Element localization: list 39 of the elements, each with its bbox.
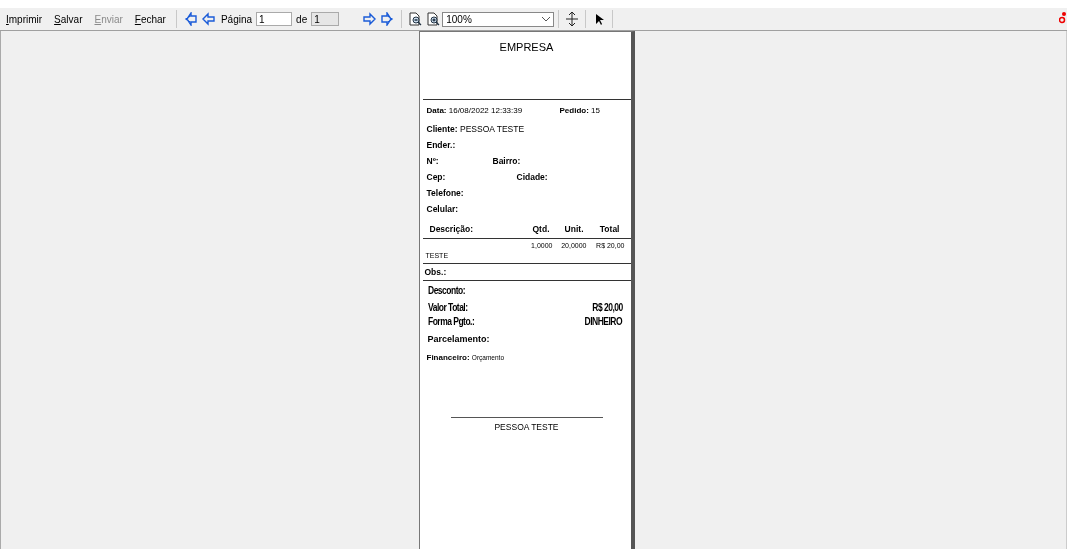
client-field: Celular: (426, 204, 459, 214)
toolbar-button[interactable]: Imprimir (0, 13, 49, 25)
payment-label: Forma Pgto.: (427, 316, 474, 329)
zoom-out-icon[interactable] (408, 12, 423, 26)
column-header: Total (598, 224, 620, 234)
zoom-dropdown[interactable]: 100% (442, 11, 555, 27)
discount-label: Desconto: (427, 285, 465, 296)
column-header: Unit. (563, 224, 584, 234)
client-field: Cliente: PESSOA TESTE (426, 124, 525, 134)
first-page-icon[interactable] (182, 12, 197, 26)
page-input[interactable]: 1 (256, 12, 293, 26)
crosshair-icon[interactable] (565, 12, 580, 26)
chevron-down-icon (542, 16, 551, 22)
of-label: de (296, 13, 308, 25)
order-field: Pedido: 15 (559, 105, 600, 115)
date-field: Data: 16/08/2022 12:33:39 (426, 105, 560, 115)
zoom-in-icon[interactable] (426, 12, 441, 26)
toolbar-button[interactable]: Fechar (128, 13, 172, 25)
client-field: Cidade: (516, 172, 548, 182)
toolbar-button[interactable]: Salvar (48, 13, 89, 25)
payment-value: DINHEIRO (585, 316, 623, 329)
obs-label: Obs.: (423, 266, 448, 279)
installments-label: Parcelamento: (426, 333, 491, 346)
total-value: R$ 20,00 (592, 302, 623, 315)
total-pages-field[interactable]: 1 (311, 12, 340, 26)
client-field: Telefone: (426, 188, 464, 198)
column-header: Descrição: (429, 224, 474, 234)
page-label: Página (220, 13, 253, 25)
app-status-icon[interactable] (1059, 11, 1067, 25)
company-name: EMPRESA (498, 41, 555, 55)
client-field: Cep: (426, 172, 517, 182)
total-label: Valor Total: (427, 302, 468, 315)
signature-name: PESSOA TESTE (450, 417, 603, 432)
previous-page-icon[interactable] (200, 12, 215, 26)
client-field: Ender.: (426, 140, 456, 150)
column-header: Qtd. (531, 224, 550, 234)
client-field: Bairro: (492, 156, 521, 166)
next-page-icon[interactable] (363, 12, 378, 26)
client-field: Nº: (426, 156, 493, 166)
